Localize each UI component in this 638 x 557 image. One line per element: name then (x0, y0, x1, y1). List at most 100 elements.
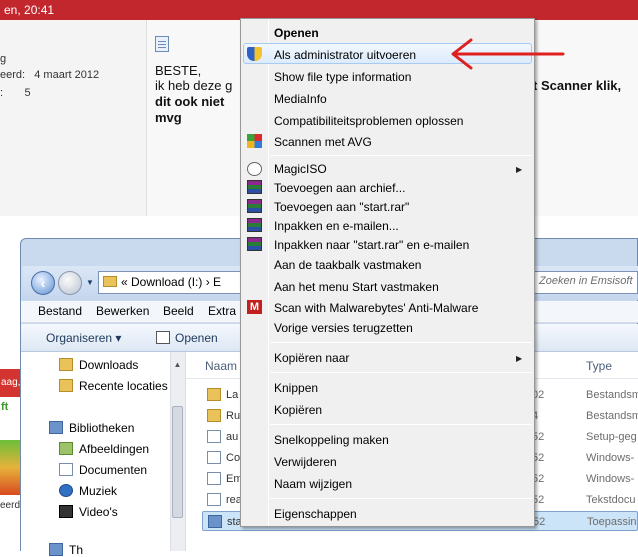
pictures-icon (59, 442, 73, 455)
winrar-icon (247, 218, 262, 232)
nav-item-videos[interactable]: Video's (79, 505, 118, 519)
organize-button[interactable]: Organiseren ▾ (46, 331, 121, 345)
file-name: au (226, 431, 239, 443)
address-bar[interactable]: « Download (I:) › E (98, 271, 244, 294)
menu-item-pack-rar-email[interactable]: Inpakken naar "start.rar" en e-mailen (274, 238, 469, 252)
other-site-badge: aag, (0, 369, 20, 397)
winrar-icon (247, 180, 262, 194)
menu-separator (270, 424, 532, 425)
menu-extra[interactable]: Extra (208, 304, 236, 318)
library-icon (49, 543, 63, 556)
menu-item-delete[interactable]: Verwijderen (274, 455, 337, 469)
forward-button[interactable]: › (58, 271, 82, 295)
nav-item-documents[interactable]: Documenten (79, 463, 147, 477)
user-info-joined: eerd: 4 maart 2012 (0, 69, 100, 81)
menu-separator (270, 342, 532, 343)
video-icon (59, 505, 73, 518)
library-icon (49, 421, 63, 434)
other-site-green-text: ft (1, 401, 9, 413)
scroll-thumb[interactable] (172, 406, 183, 518)
menu-item-scan-avg[interactable]: Scannen met AVG (274, 135, 372, 149)
menu-bestand[interactable]: Bestand (38, 304, 82, 318)
menu-separator (270, 498, 532, 499)
menu-beeld[interactable]: Beeld (163, 304, 194, 318)
menu-item-add-start-rar[interactable]: Toevoegen aan "start.rar" (274, 200, 409, 214)
file-name: Ru (226, 410, 241, 422)
post-greeting: BESTE, (155, 63, 202, 78)
menu-item-cut[interactable]: Knippen (274, 381, 318, 395)
menu-item-open[interactable]: Openen (274, 26, 319, 40)
post-document-icon (155, 36, 169, 52)
menu-bewerken[interactable]: Bewerken (96, 304, 149, 318)
open-button[interactable]: Openen (175, 331, 218, 345)
open-icon (156, 331, 170, 344)
nav-item-libraries[interactable]: Bibliotheken (69, 421, 134, 435)
other-site-avatar (0, 440, 20, 495)
user-info-posts: : 5 (0, 87, 31, 99)
menu-item-copy-to[interactable]: Kopiëren naar (274, 351, 349, 365)
forum-timestamp: en, 20:41 (4, 3, 55, 17)
nav-item-recent[interactable]: Recente locaties (79, 379, 168, 393)
address-path: « Download (I:) › E (121, 275, 222, 289)
script-icon (207, 472, 221, 485)
annotation-arrow-icon (451, 38, 565, 70)
back-button[interactable]: ‹ (31, 271, 55, 295)
application-icon (208, 515, 222, 528)
winrar-icon (247, 237, 262, 251)
menu-item-add-archive[interactable]: Toevoegen aan archief... (274, 181, 405, 195)
file-name: Co (226, 452, 241, 464)
nav-item-partial[interactable]: Th (69, 543, 83, 557)
documents-icon (59, 463, 73, 476)
menu-item-pin-taskbar[interactable]: Aan de taakbalk vastmaken (274, 258, 421, 272)
menu-item-restore-versions[interactable]: Vorige versies terugzetten (274, 321, 413, 335)
file-type: Bestandsm (586, 410, 638, 422)
nav-item-downloads[interactable]: Downloads (79, 358, 138, 372)
nav-item-music[interactable]: Muziek (79, 484, 117, 498)
menu-item-copy[interactable]: Kopiëren (274, 403, 322, 417)
context-menu-gutter (268, 19, 269, 526)
submenu-arrow-icon: ▶ (516, 354, 523, 363)
forward-arrow-icon: › (67, 275, 73, 291)
nav-item-pictures[interactable]: Afbeeldingen (79, 442, 149, 456)
forum-header-bar: en, 20:41 (0, 0, 638, 20)
post-signoff: mvg (155, 110, 182, 125)
user-info-line: g (0, 53, 7, 65)
scroll-up-icon[interactable]: ▲ (172, 360, 183, 370)
column-header-type[interactable]: Type (586, 359, 612, 373)
folder-icon (207, 388, 221, 401)
menu-item-show-file-type[interactable]: Show file type information (274, 70, 411, 84)
file-type: Tekstdocu (586, 494, 636, 506)
folder-icon (103, 276, 117, 287)
post-text-bold: dit ook niet (155, 94, 225, 109)
folder-icon (207, 409, 221, 422)
music-icon (59, 484, 73, 497)
file-type: Windows- (586, 473, 635, 485)
forum-user-info: g eerd: 4 maart 2012 : 5 (0, 20, 147, 216)
text-file-icon (207, 493, 221, 506)
setup-icon (207, 430, 221, 443)
menu-item-pack-email[interactable]: Inpakken en e-mailen... (274, 219, 399, 233)
menu-item-compatibility[interactable]: Compatibiliteitsproblemen oplossen (274, 114, 463, 128)
magiciso-icon (247, 162, 262, 176)
menu-item-create-shortcut[interactable]: Snelkoppeling maken (274, 433, 389, 447)
script-icon (207, 451, 221, 464)
column-header-name[interactable]: Naam (205, 359, 237, 373)
menu-item-run-as-admin[interactable]: Als administrator uitvoeren (274, 48, 416, 62)
menu-item-malwarebytes[interactable]: Scan with Malwarebytes' Anti-Malware (274, 301, 478, 315)
menu-item-pin-start[interactable]: Aan het menu Start vastmaken (274, 280, 439, 294)
menu-item-mediainfo[interactable]: MediaInfo (274, 92, 327, 106)
file-type: Toepassin (587, 516, 637, 528)
malwarebytes-icon: M (247, 300, 262, 314)
recent-pages-dropdown-icon[interactable]: ▼ (86, 278, 94, 287)
menu-item-properties[interactable]: Eigenschappen (274, 507, 357, 521)
file-type: Windows- (586, 452, 635, 464)
downloads-folder-icon (59, 358, 73, 371)
file-name: La (226, 389, 239, 401)
other-site-text: eerd (0, 500, 21, 511)
avg-icon (247, 134, 262, 148)
back-arrow-icon: ‹ (40, 275, 46, 291)
search-input[interactable]: Zoeken in Emsisoft (534, 271, 638, 294)
menu-item-magiciso[interactable]: MagicISO (274, 162, 327, 176)
winrar-icon (247, 199, 262, 213)
menu-item-rename[interactable]: Naam wijzigen (274, 477, 352, 491)
